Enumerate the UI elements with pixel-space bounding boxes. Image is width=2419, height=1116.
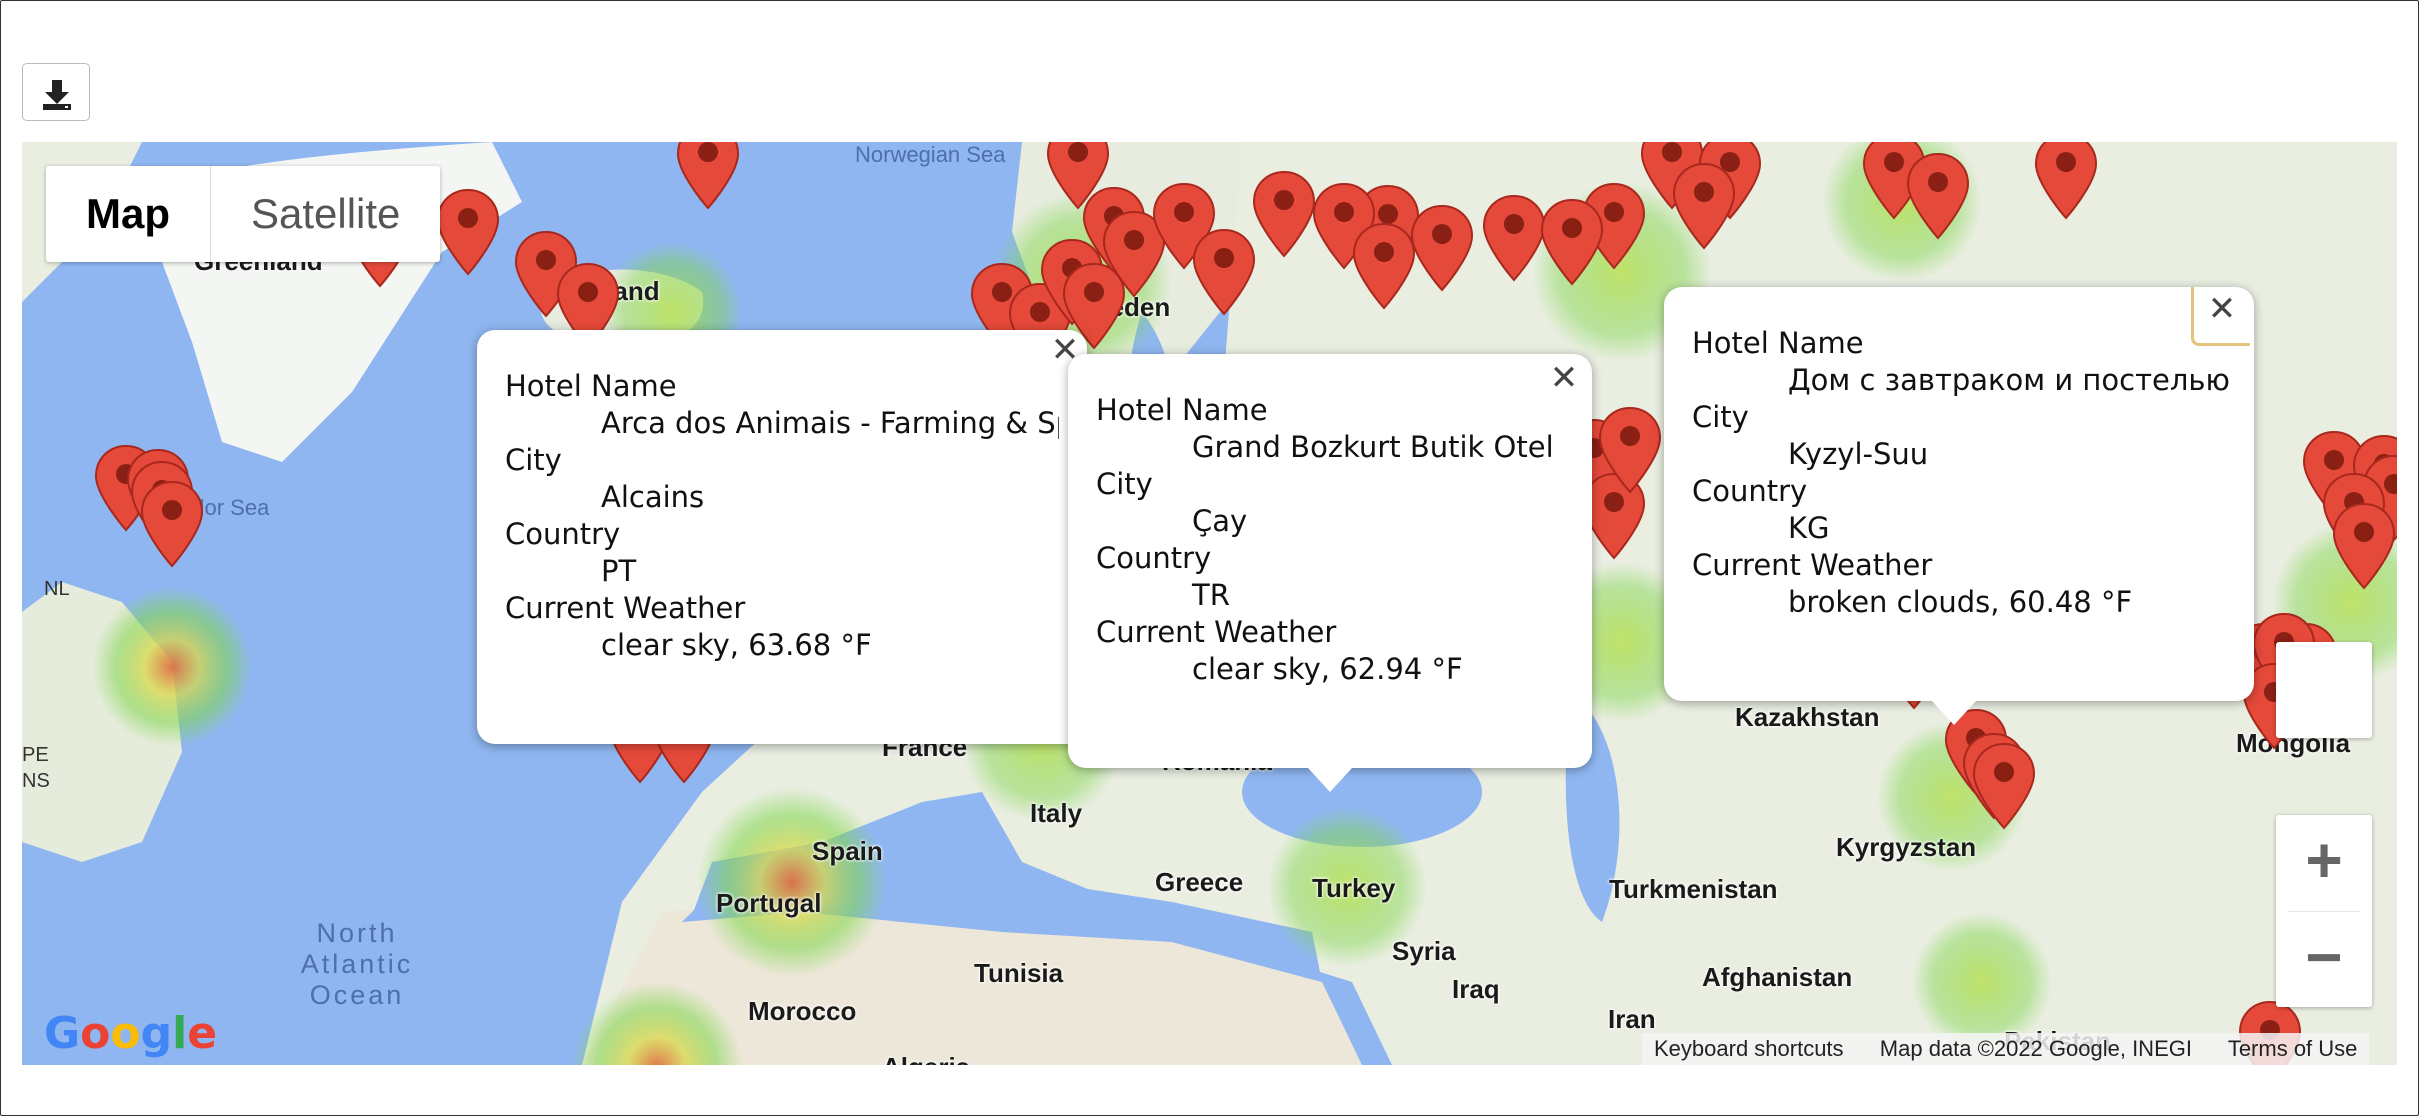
info-window-tail	[1308, 768, 1352, 792]
hotel-name-value: Arca dos Animais - Farming & Spa	[601, 406, 1059, 440]
map-data-attribution: Map data ©2022 Google, INEGI	[1879, 1036, 2192, 1061]
keyboard-shortcuts-link[interactable]: Keyboard shortcuts	[1654, 1036, 1844, 1061]
close-icon[interactable]: ✕	[2191, 287, 2250, 346]
map-marker-icon[interactable]	[436, 188, 500, 276]
zoom-control: + −	[2276, 815, 2372, 1007]
map-marker-icon[interactable]	[2332, 502, 2396, 590]
place-label: Spain	[812, 836, 883, 866]
place-label: Algeria	[882, 1052, 970, 1065]
map-canvas[interactable]: Norwegian Sea Labrador Sea North Atlanti…	[22, 142, 2397, 1065]
info-window-kyzyl-suu: ✕ Hotel Name Дом с завтраком и постелью …	[1664, 287, 2254, 725]
place-label: Afghanistan	[1702, 962, 1853, 992]
country-label: Country	[1692, 474, 1808, 508]
city-value: Kyzyl-Suu	[1788, 437, 1929, 471]
map-footer: Keyboard shortcuts Map data ©2022 Google…	[1642, 1033, 2370, 1065]
map-marker-icon[interactable]	[140, 480, 204, 568]
country-label: Country	[505, 517, 621, 551]
place-label: Portugal	[716, 888, 822, 918]
ocean-label: Norwegian Sea	[855, 142, 1006, 167]
weather-label: Current Weather	[505, 591, 746, 625]
map-type-control: Map Satellite	[46, 166, 441, 262]
hotel-name-value: Grand Bozkurt Butik Otel	[1192, 430, 1554, 464]
place-label: NL	[44, 578, 70, 600]
download-button[interactable]	[22, 63, 90, 121]
hotel-name-label: Hotel Name	[1096, 393, 1268, 427]
place-label: Greece	[1155, 867, 1244, 897]
city-label: City	[1692, 400, 1749, 434]
country-value: KG	[1788, 511, 1830, 545]
place-label: NS	[22, 770, 50, 792]
place-label: Iraq	[1452, 974, 1500, 1004]
terms-of-use-link[interactable]: Terms of Use	[2228, 1036, 2358, 1061]
place-label: Kyrgyzstan	[1836, 832, 1977, 862]
map-marker-icon[interactable]	[1540, 198, 1604, 286]
city-label: City	[1096, 467, 1153, 501]
map-marker-icon[interactable]	[1672, 162, 1736, 250]
map-marker-icon[interactable]	[1252, 170, 1316, 258]
city-value: Alcains	[601, 480, 705, 514]
place-label: Turkey	[1312, 873, 1396, 903]
hotel-name-label: Hotel Name	[1692, 326, 1864, 360]
pegman-control[interactable]	[2276, 642, 2372, 738]
download-icon	[43, 80, 71, 110]
place-label: Italy	[1030, 798, 1083, 828]
map-marker-icon[interactable]	[1598, 406, 1662, 494]
map-marker-icon[interactable]	[1482, 194, 1546, 282]
zoom-in-button[interactable]: +	[2276, 815, 2372, 911]
place-label: Syria	[1392, 936, 1456, 966]
info-window-cay: ✕ Hotel Name Grand Bozkurt Butik Otel Ci…	[1068, 354, 1592, 792]
weather-value: broken clouds, 60.48 °F	[1788, 585, 2133, 619]
map-marker-icon[interactable]	[1410, 204, 1474, 292]
map-marker-icon[interactable]	[1972, 742, 2036, 830]
google-logo: Google	[44, 1008, 218, 1059]
place-label: PE	[22, 744, 49, 766]
map-marker-icon[interactable]	[1352, 222, 1416, 310]
hotel-name-label: Hotel Name	[505, 369, 677, 403]
map-marker-icon[interactable]	[1192, 228, 1256, 316]
map-type-satellite-button[interactable]: Satellite	[210, 166, 440, 262]
place-label: Turkmenistan	[1609, 874, 1778, 904]
country-label: Country	[1096, 541, 1212, 575]
country-value: PT	[601, 554, 637, 588]
weather-label: Current Weather	[1692, 548, 1933, 582]
hotel-name-value: Дом с завтраком и постелью	[1788, 363, 2230, 397]
info-window-alcains: ✕ Hotel Name Arca dos Animais - Farming …	[477, 330, 1087, 744]
weather-value: clear sky, 62.94 °F	[1192, 652, 1463, 686]
country-value: TR	[1192, 578, 1230, 612]
place-label: Tunisia	[974, 958, 1064, 988]
place-label: Iran	[1608, 1004, 1656, 1034]
place-label: Morocco	[748, 996, 857, 1026]
city-label: City	[505, 443, 562, 477]
map-marker-icon[interactable]	[676, 142, 740, 210]
place-label: Kazakhstan	[1735, 702, 1880, 732]
info-window-tail	[1932, 701, 1976, 725]
zoom-out-button[interactable]: −	[2276, 912, 2372, 1007]
map-type-map-button[interactable]: Map	[46, 166, 210, 262]
weather-label: Current Weather	[1096, 615, 1337, 649]
ocean-label: North Atlantic Ocean	[300, 918, 414, 1010]
weather-value: clear sky, 63.68 °F	[601, 628, 872, 662]
map-marker-icon[interactable]	[1906, 152, 1970, 240]
map-marker-icon[interactable]	[2034, 142, 2098, 220]
close-icon[interactable]: ✕	[1544, 358, 1584, 398]
city-value: Çay	[1192, 504, 1248, 538]
